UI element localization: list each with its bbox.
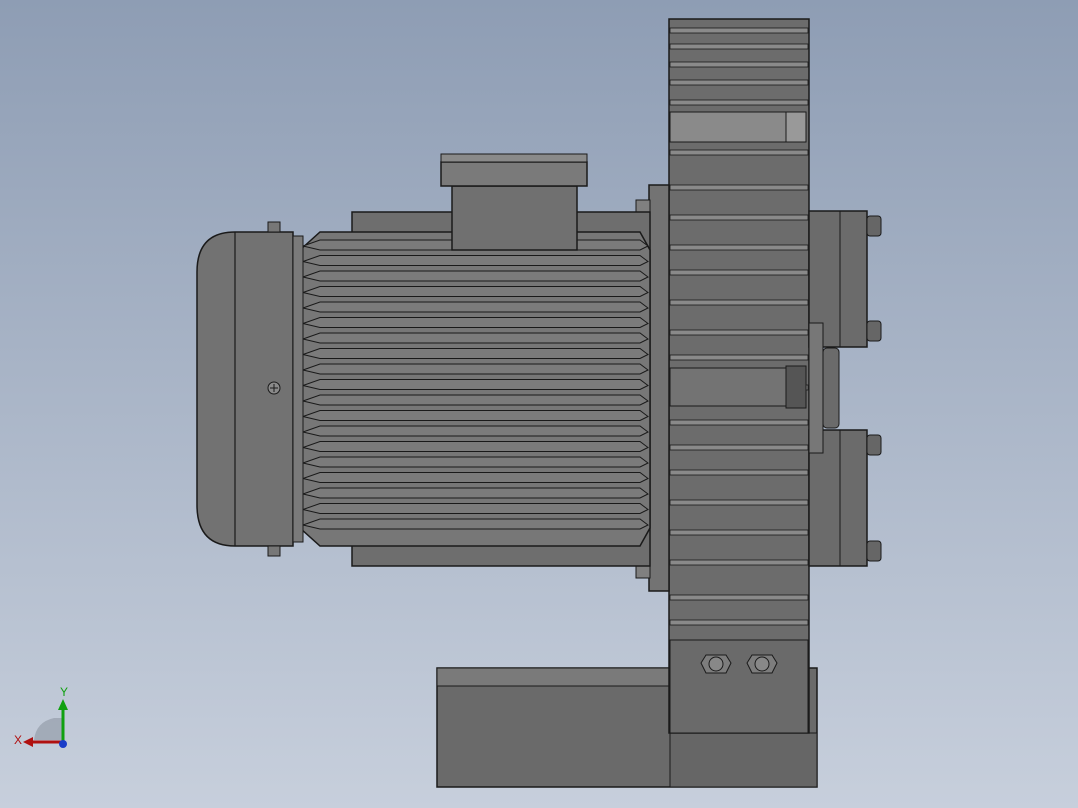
housing-fin <box>669 184 809 191</box>
motor-fin <box>301 317 649 328</box>
housing-fin <box>669 559 809 566</box>
y-axis-label: Y <box>60 685 68 699</box>
terminal-box <box>440 153 588 251</box>
base-bolt <box>700 654 732 674</box>
motor-fin <box>301 270 649 282</box>
motor-fin <box>301 255 649 266</box>
orientation-triad: Y X <box>14 685 68 748</box>
housing-fin <box>669 529 809 536</box>
housing-fin <box>669 99 809 106</box>
motor-fin <box>301 332 649 344</box>
motor-fin <box>301 425 649 437</box>
housing-fin <box>669 619 809 626</box>
housing-fin <box>669 354 809 361</box>
blower-housing <box>668 18 810 734</box>
motor-fin <box>301 456 649 468</box>
housing-fin <box>669 329 809 336</box>
x-axis-arrow-head <box>23 737 33 747</box>
cad-viewport[interactable]: Y X <box>0 0 1078 808</box>
housing-fin <box>669 469 809 476</box>
housing-fin <box>669 79 809 86</box>
z-axis-indicator <box>59 740 67 748</box>
base-bolt <box>746 654 778 674</box>
housing-fin <box>669 61 809 68</box>
motor-fin <box>301 410 649 421</box>
motor-fin <box>301 379 649 390</box>
housing-fin <box>669 419 809 426</box>
housing-fin <box>669 444 809 451</box>
motor-fin <box>301 363 649 375</box>
motor-fin <box>301 518 649 530</box>
housing-fin <box>669 244 809 251</box>
x-axis-label: X <box>14 733 22 747</box>
y-axis-arrow-head <box>58 699 68 710</box>
motor-body <box>299 211 651 567</box>
motor-fin <box>301 348 649 359</box>
housing-fin <box>669 299 809 306</box>
motor-fin <box>301 472 649 483</box>
housing-fin <box>669 27 809 34</box>
motor-fin <box>301 441 649 452</box>
motor-fin <box>301 394 649 406</box>
motor-fin <box>301 487 649 499</box>
blower-model[interactable] <box>0 0 1078 808</box>
motor-fin <box>301 301 649 313</box>
housing-fin <box>669 594 809 601</box>
motor-fin <box>301 503 649 514</box>
housing-fin <box>669 149 809 156</box>
fan-cover <box>196 221 304 557</box>
screw-icon <box>267 381 281 395</box>
motor-fin <box>301 286 649 297</box>
housing-fin <box>669 269 809 276</box>
housing-fin <box>669 214 809 221</box>
housing-fin <box>669 499 809 506</box>
housing-fin <box>669 43 809 50</box>
